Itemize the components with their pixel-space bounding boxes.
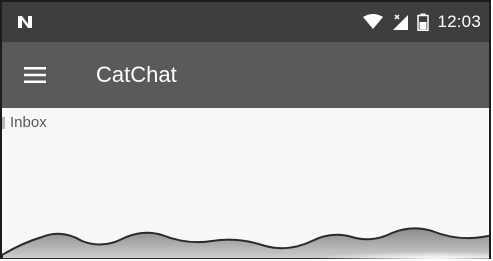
inbox-content: Inbox	[2, 108, 489, 259]
hamburger-menu-icon	[24, 67, 46, 83]
drawer-edge	[2, 117, 5, 129]
status-icons: 12:03	[363, 12, 481, 32]
phone-screen: 12:03 CatChat Inbox	[0, 0, 491, 259]
app-bar: CatChat	[2, 42, 489, 108]
status-time: 12:03	[437, 12, 481, 31]
signal-no-data-icon	[393, 14, 409, 30]
wifi-icon	[363, 14, 384, 29]
hills-decoration	[2, 227, 489, 259]
battery-icon	[417, 13, 430, 31]
app-title: CatChat	[96, 62, 177, 87]
notification-n-icon	[18, 16, 32, 28]
menu-button[interactable]	[20, 60, 50, 90]
status-bar: 12:03	[2, 2, 489, 42]
inbox-label: Inbox	[10, 114, 47, 131]
